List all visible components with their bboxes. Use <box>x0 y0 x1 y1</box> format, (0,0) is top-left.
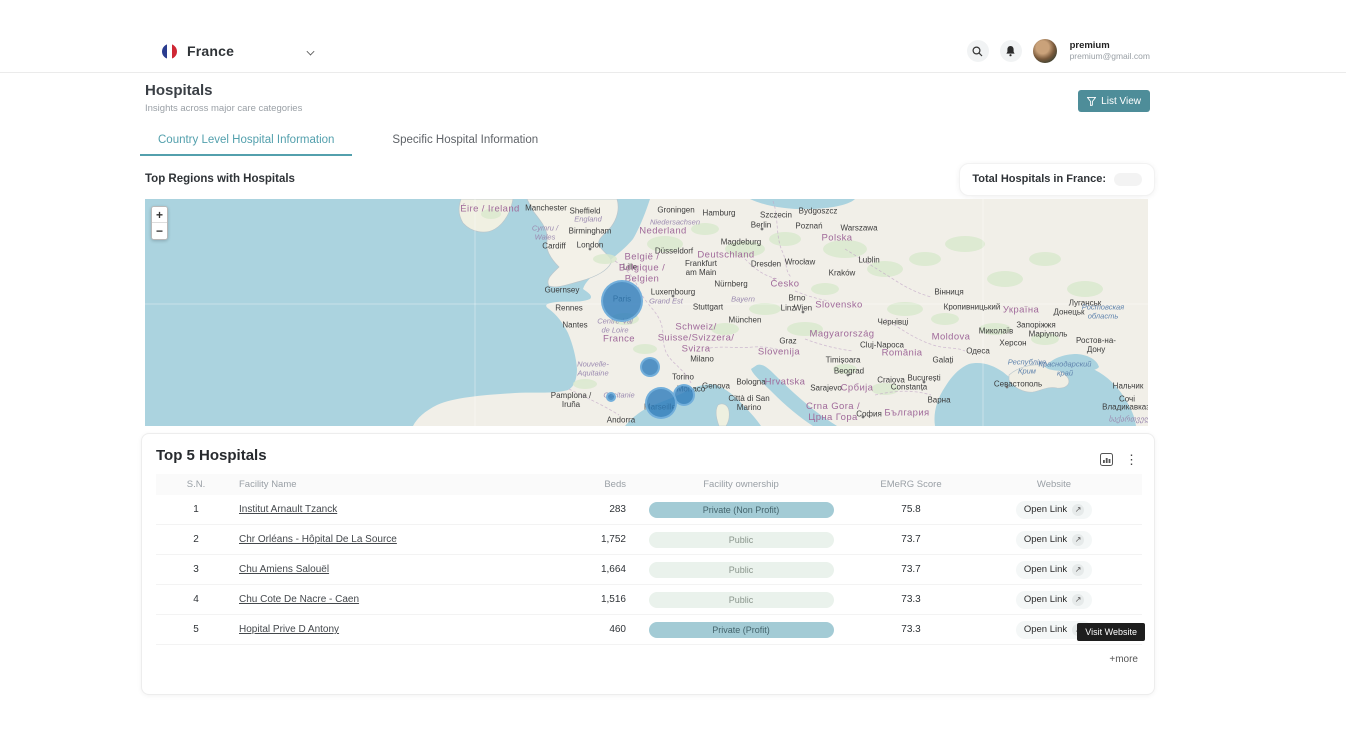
country-name: France <box>187 43 234 59</box>
column-header: Website <box>966 479 1142 490</box>
tab-bar: Country Level Hospital Information Speci… <box>140 128 1155 156</box>
facility-name-link[interactable]: Chr Orléans - Hôpital De La Source <box>239 534 397 545</box>
notifications-button[interactable] <box>1000 40 1022 62</box>
facility-name-link[interactable]: Chu Amiens Salouël <box>239 564 329 575</box>
total-hospitals-label: Total Hospitals in France: <box>972 173 1106 185</box>
ownership-badge: Public <box>649 562 834 578</box>
user-profile[interactable]: premium premium@gmail.com <box>1070 41 1150 62</box>
page-subtitle: Insights across major care categories <box>145 103 302 114</box>
beds-value: 1,516 <box>566 594 626 605</box>
zoom-out-button[interactable]: − <box>152 223 167 239</box>
emerg-score-value: 73.7 <box>856 534 966 545</box>
column-header: EMeRG Score <box>856 479 966 490</box>
chevron-down-icon <box>306 47 315 56</box>
emerg-score-value: 73.3 <box>856 624 966 635</box>
chart-view-button[interactable] <box>1100 453 1113 466</box>
column-header: S.N. <box>156 479 236 490</box>
row-serial: 4 <box>156 594 236 605</box>
total-hospitals-value-loading <box>1114 173 1142 186</box>
more-options-button[interactable]: ⋮ <box>1125 453 1138 466</box>
list-view-button[interactable]: List View <box>1078 90 1150 112</box>
visit-website-tooltip: Visit Website <box>1077 623 1145 641</box>
user-avatar[interactable] <box>1033 39 1057 63</box>
external-link-icon: ↗ <box>1072 564 1084 576</box>
open-link-button[interactable]: Open Link ↗ <box>1016 591 1092 609</box>
beds-value: 1,752 <box>566 534 626 545</box>
topbar: France premium premium@gmail.com <box>0 30 1346 73</box>
ownership-badge: Private (Non Profit) <box>649 502 834 518</box>
map-marker-marseille[interactable] <box>645 387 677 419</box>
table-row: 1Institut Arnault Tzanck 283 Private (Non … <box>156 495 1142 525</box>
france-flag-icon <box>162 44 177 59</box>
country-selector[interactable]: France <box>162 43 315 59</box>
map-zoom-control: + − <box>151 206 168 240</box>
open-link-label: Open Link <box>1024 504 1067 515</box>
facility-name-link[interactable]: Hopital Prive D Antony <box>239 624 339 635</box>
map-section-title: Top Regions with Hospitals <box>145 173 295 185</box>
open-link-button[interactable]: Open Link ↗ <box>1016 531 1092 549</box>
open-link-label: Open Link <box>1024 564 1067 575</box>
table-header-row: S.N.Facility NameBedsFacility ownershipE… <box>156 474 1142 495</box>
tab-country-level-hospital-information[interactable]: Country Level Hospital Information <box>140 128 352 156</box>
hospitals-table: S.N.Facility NameBedsFacility ownershipE… <box>156 474 1142 645</box>
open-link-label: Open Link <box>1024 534 1067 545</box>
bell-icon <box>1005 45 1016 57</box>
filter-icon <box>1087 97 1096 106</box>
user-name: premium <box>1070 41 1150 52</box>
search-button[interactable] <box>967 40 989 62</box>
card-title: Top 5 Hospitals <box>156 447 1154 464</box>
table-row: 3Chu Amiens Salouël 1,664 Public 73.7 Open L… <box>156 555 1142 585</box>
search-icon <box>972 46 983 57</box>
open-link-button[interactable]: Open Link ↗ <box>1016 501 1092 519</box>
open-link-label: Open Link <box>1024 624 1067 635</box>
facility-name-link[interactable]: Institut Arnault Tzanck <box>239 504 337 515</box>
table-row: 5Hopital Prive D Antony 460 Private (Profi… <box>156 615 1142 645</box>
tab-specific-hospital-information[interactable]: Specific Hospital Information <box>374 128 556 156</box>
more-link[interactable]: +more <box>1109 654 1138 665</box>
table-body: 1Institut Arnault Tzanck 283 Private (Non … <box>156 495 1142 645</box>
row-serial: 3 <box>156 564 236 575</box>
ownership-badge: Private (Profit) <box>649 622 834 638</box>
top-hospitals-card: Top 5 Hospitals ⋮ S.N.Facility NameBedsF… <box>141 433 1155 695</box>
table-row: 2Chr Orléans - Hôpital De La Source 1,752… <box>156 525 1142 555</box>
emerg-score-value: 73.3 <box>856 594 966 605</box>
total-hospitals-box: Total Hospitals in France: <box>959 163 1155 196</box>
zoom-in-button[interactable]: + <box>152 207 167 223</box>
emerg-score-value: 73.7 <box>856 564 966 575</box>
table-row: 4Chu Cote De Nacre - Caen 1,516 Public 73.3… <box>156 585 1142 615</box>
row-serial: 1 <box>156 504 236 515</box>
map-marker-paris[interactable] <box>601 280 643 322</box>
bar-chart-icon <box>1100 453 1113 466</box>
beds-value: 283 <box>566 504 626 515</box>
main-content: Hospitals Insights across major care cat… <box>140 82 1155 695</box>
external-link-icon: ↗ <box>1072 504 1084 516</box>
user-email: premium@gmail.com <box>1070 52 1150 62</box>
facility-name-link[interactable]: Chu Cote De Nacre - Caen <box>239 594 359 605</box>
map-canvas[interactable]: Éire / IrelandManchesterSheffieldEngland… <box>145 199 1148 426</box>
row-serial: 5 <box>156 624 236 635</box>
ownership-badge: Public <box>649 532 834 548</box>
column-header: Facility ownership <box>626 479 856 490</box>
page-title: Hospitals <box>145 82 302 99</box>
beds-value: 1,664 <box>566 564 626 575</box>
open-link-label: Open Link <box>1024 594 1067 605</box>
map-marker-lyon[interactable] <box>640 357 660 377</box>
column-header: Facility Name <box>236 479 566 490</box>
map-marker-toulouse[interactable] <box>606 392 616 402</box>
open-link-button[interactable]: Open Link ↗ <box>1016 561 1092 579</box>
column-header: Beds <box>566 479 626 490</box>
row-serial: 2 <box>156 534 236 545</box>
external-link-icon: ↗ <box>1072 534 1084 546</box>
emerg-score-value: 75.8 <box>856 504 966 515</box>
beds-value: 460 <box>566 624 626 635</box>
ownership-badge: Public <box>649 592 834 608</box>
external-link-icon: ↗ <box>1072 594 1084 606</box>
map-markers <box>145 199 1148 426</box>
